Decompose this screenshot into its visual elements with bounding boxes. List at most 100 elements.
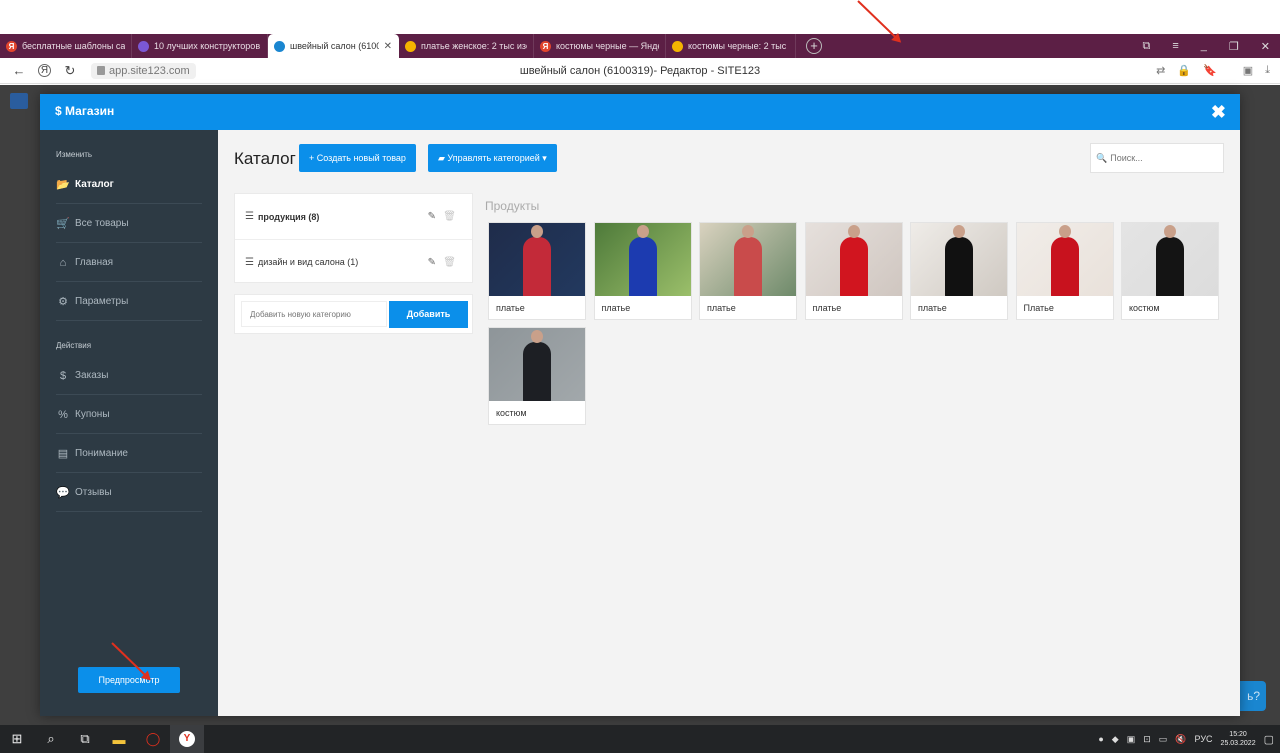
browser-tab[interactable]: костюмы черные: 2 тыс и — [666, 34, 796, 58]
screen-top-blank — [0, 0, 1280, 34]
sidebar-item-label: Понимание — [75, 448, 128, 459]
folder-open-icon: 📂 — [56, 179, 70, 191]
trash-icon[interactable]: 🗑 — [443, 211, 456, 222]
product-card[interactable]: Платье — [1015, 222, 1114, 320]
product-name: платье — [707, 303, 736, 313]
protect-icon[interactable]: 🔒 — [1177, 64, 1191, 77]
browser-tab[interactable]: Якостюмы черные — Янде — [534, 34, 666, 58]
tab-label: платье женское: 2 тыс изо — [421, 41, 527, 51]
product-name: платье — [918, 303, 947, 313]
clock[interactable]: 15:20 25.03.2022 — [1221, 730, 1256, 748]
tab-label: швейный салон (6100319) — [290, 41, 379, 51]
sidebar-item-percent[interactable]: % Купоны — [56, 396, 202, 434]
task-view-icon[interactable]: ⧉ — [68, 725, 102, 753]
minimize-icon[interactable]: _ — [1201, 40, 1207, 52]
sidebar-item-folder-open[interactable]: 📂 Каталог — [56, 166, 202, 204]
product-card[interactable]: платье — [804, 222, 903, 320]
sidebar-item-label: Параметры — [75, 296, 129, 307]
tray-gamepad-icon[interactable]: ◆ — [1112, 734, 1119, 745]
yandex-icon[interactable]: Я — [38, 64, 51, 77]
new-tab-button[interactable]: + — [806, 38, 822, 54]
catalog-title: Каталог — [234, 149, 296, 168]
reload-icon[interactable]: ↻ — [63, 63, 77, 79]
sidebar-item-cart[interactable]: 🛒 Все товары — [56, 205, 202, 243]
tray-network-icon[interactable]: ⊡ — [1143, 734, 1151, 745]
sidebar-item-home[interactable]: ⌂ Главная — [56, 244, 202, 282]
pencil-icon[interactable]: ✎ — [428, 257, 436, 268]
tab-favicon-icon — [274, 40, 285, 52]
clock-time: 15:20 — [1229, 731, 1247, 738]
drag-handle-icon[interactable]: ☰ — [245, 257, 254, 268]
product-name: платье — [601, 303, 631, 313]
browser-tab[interactable]: швейный салон (6100319) ✕ — [268, 34, 399, 58]
sidebar-item-comments[interactable]: 💬 Отзывы — [56, 474, 202, 512]
extension-icon[interactable]: ▣ — [1243, 64, 1253, 77]
tab-list-icon[interactable]: ⧉ — [1143, 40, 1151, 53]
opera-icon[interactable]: ◯ — [136, 725, 170, 753]
product-image — [1016, 223, 1113, 296]
downloads-icon[interactable]: ⤓ — [1265, 64, 1270, 77]
pencil-icon[interactable]: ✎ — [428, 211, 436, 222]
tab-favicon-icon — [138, 40, 149, 52]
translate-icon[interactable]: ⇄ — [1156, 64, 1165, 77]
percent-icon: % — [58, 408, 68, 421]
shop-sidebar: Изменить Действия Предпросмотр 📂 Каталог 🛒… — [40, 130, 218, 716]
tray-monitor-icon[interactable]: ▭ — [1159, 734, 1168, 745]
menu-icon[interactable]: ≡ — [1172, 40, 1178, 52]
trash-icon[interactable]: 🗑 — [443, 257, 456, 268]
tab-close-icon[interactable]: ✕ — [384, 41, 392, 52]
sidebar-item-chart[interactable]: ▤ Понимание — [56, 435, 202, 473]
category-list: ☰ продукция (8) ✎ 🗑 ☰ дизайн и вид салона (1)… — [234, 193, 473, 283]
create-product-button[interactable]: + Создать новый товар — [299, 144, 416, 172]
manage-categories-button[interactable]: ▰ Управлять категорией ▾ — [428, 144, 557, 172]
sidebar-item-label: Все товары — [75, 218, 129, 229]
yandex-browser-icon[interactable]: Y — [170, 725, 204, 753]
sidebar-section-edit: Изменить — [56, 150, 93, 159]
manage-categories-label: Управлять категорией ▾ — [447, 153, 547, 163]
product-card[interactable]: платье — [910, 222, 1008, 320]
windows-start-icon[interactable]: ⊞ — [0, 725, 34, 753]
preview-button[interactable]: Предпросмотр — [78, 667, 180, 693]
cart-icon: 🛒 — [56, 218, 70, 230]
browser-tab[interactable]: Ябесплатные шаблоны сай — [0, 34, 132, 58]
sidebar-section-actions: Действия — [56, 341, 92, 350]
editor-menu-icon[interactable] — [10, 93, 28, 109]
gear-icon: ⚙ — [58, 296, 68, 308]
close-icon[interactable]: ✖ — [1211, 102, 1226, 123]
tray-yandex-icon[interactable]: ● — [1098, 734, 1103, 744]
browser-tab[interactable]: 10 лучших конструкторов — [132, 34, 268, 58]
bookmark-icon[interactable]: 🔖 — [1203, 64, 1217, 77]
add-category-button[interactable]: Добавить — [389, 301, 468, 328]
product-card[interactable]: платье — [488, 222, 586, 320]
sidebar-item-label: Каталог — [75, 179, 114, 190]
sidebar-item-gear[interactable]: ⚙ Параметры — [56, 283, 202, 321]
sidebar-item-label: Купоны — [75, 409, 110, 420]
volume-muted-icon[interactable]: 🔇 — [1175, 734, 1186, 745]
category-row[interactable]: ☰ продукция (8) ✎ 🗑 — [235, 194, 472, 239]
search-taskbar-icon[interactable]: ⌕ — [34, 725, 68, 753]
home-icon: ⌂ — [59, 256, 67, 269]
url-field[interactable]: app.site123.com — [91, 62, 196, 79]
product-card[interactable]: платье — [699, 222, 797, 320]
url-text: app.site123.com — [109, 64, 190, 77]
search-box[interactable]: 🔍 — [1090, 143, 1224, 173]
back-icon[interactable]: ← — [12, 63, 26, 78]
file-explorer-icon[interactable]: ▬ — [102, 725, 136, 753]
restore-icon[interactable]: ❐ — [1229, 40, 1239, 53]
product-image — [489, 328, 585, 401]
drag-handle-icon[interactable]: ☰ — [245, 211, 254, 222]
product-card[interactable]: костюм — [1121, 222, 1219, 320]
category-row[interactable]: ☰ дизайн и вид салона (1) ✎ 🗑 — [235, 239, 472, 284]
product-card[interactable]: костюм — [488, 327, 586, 425]
window-close-icon[interactable]: ✕ — [1261, 40, 1270, 53]
sidebar-item-dollar[interactable]: $ Заказы — [56, 357, 202, 395]
language-indicator[interactable]: РУС — [1195, 734, 1213, 744]
products-heading: Продукты — [485, 199, 540, 213]
windows-taskbar: ⊞ ⌕ ⧉ ▬ ◯ Y ● ◆ ▣ ⊡ ▭ 🔇 РУС 15:20 25.03.… — [0, 725, 1280, 753]
new-category-input[interactable] — [241, 301, 387, 327]
tray-app-icon[interactable]: ▣ — [1127, 734, 1136, 745]
notifications-icon[interactable]: ▢ — [1264, 733, 1274, 746]
product-card[interactable]: платье — [593, 222, 692, 320]
search-input[interactable] — [1110, 153, 1221, 163]
browser-tab[interactable]: платье женское: 2 тыс изо — [399, 34, 534, 58]
